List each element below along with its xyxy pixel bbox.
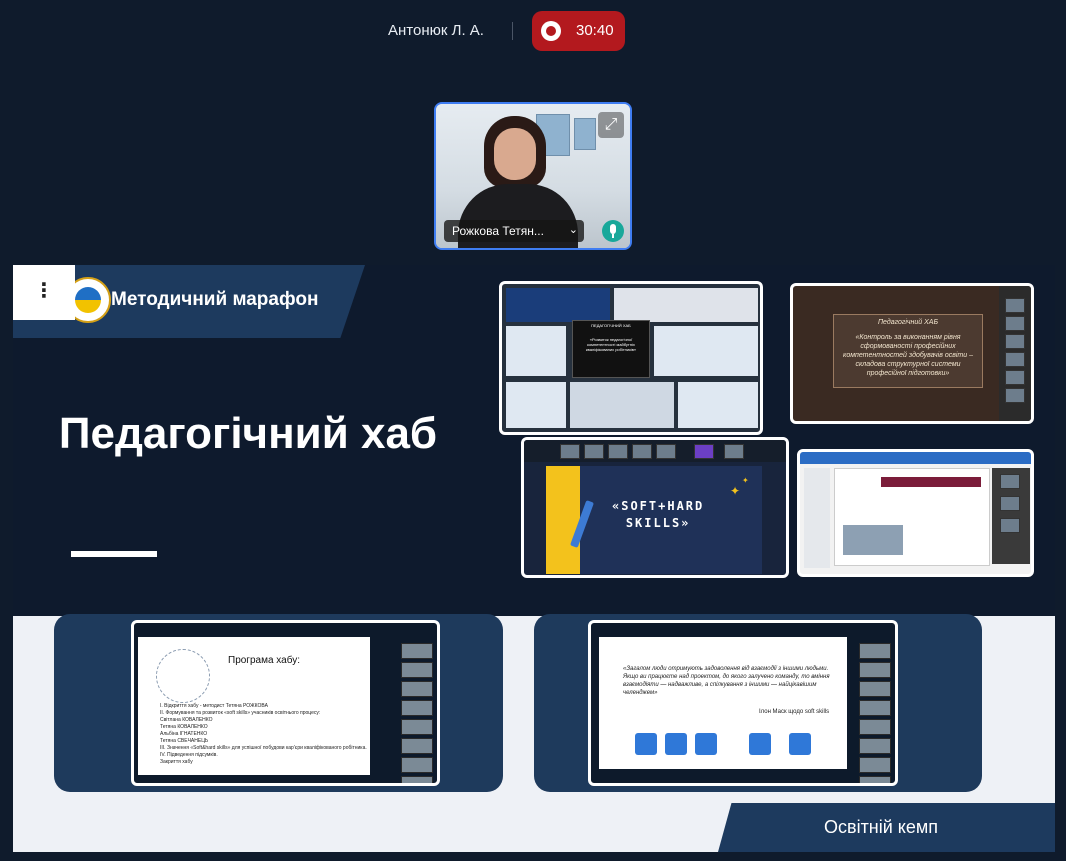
thumb-header-text: ПЕДАГОГІЧНИЙ ХАБ	[591, 323, 631, 328]
thumb-video-strip	[992, 468, 1030, 564]
brand-title: Методичний марафон	[111, 289, 319, 310]
thumb-main-slide	[834, 468, 990, 566]
program-card: Програма хабу: I. Відкриття хабу - метод…	[54, 614, 503, 792]
skills-text-line-1: «SOFT+HARD	[612, 499, 705, 513]
thumb-center-text: «Розвиток педагогічної компетентності ма…	[585, 337, 637, 352]
recording-timer: 30:40	[576, 22, 614, 39]
program-lines: I. Відкриття хабу - методист Тетяна РОЖК…	[160, 703, 367, 765]
participant-name-label[interactable]: Рожкова Тетян... ⌄	[444, 220, 584, 242]
camp-label: Освітній кемп	[824, 817, 939, 837]
thumb-slide-photo	[843, 525, 903, 555]
thumb-center-slide: ПЕДАГОГІЧНИЙ ХАБ «Розвиток педагогічної …	[572, 320, 650, 378]
thumb-board: Педагогічний ХАБ «Контроль за виконанням…	[833, 314, 983, 388]
thumb-board-text: «Контроль за виконанням рівня сформовано…	[843, 334, 973, 377]
screenshot-thumbnail-2: Педагогічний ХАБ «Контроль за виконанням…	[790, 283, 1034, 424]
screenshot-thumbnail-4	[797, 449, 1034, 577]
thumb-slide-mini	[570, 382, 674, 428]
skills-icon	[749, 733, 771, 755]
hub-title: Педагогічний хаб	[58, 409, 438, 458]
thumb-yellow-bar	[546, 466, 580, 574]
expand-icon[interactable]: ⤢	[598, 112, 624, 138]
thumb-slide-mini	[506, 382, 566, 428]
skills-icon	[665, 733, 687, 755]
meeting-top-bar: Антонюк Л. А. 30:40	[0, 0, 1066, 62]
participant-face	[494, 128, 536, 180]
skills-text-line-2: SKILLS»	[625, 516, 691, 530]
more-options-button[interactable]: ⋮	[13, 265, 75, 320]
presenter-name: Антонюк Л. А.	[388, 22, 484, 39]
quote-screenshot: «Загалом люди отримують задоволення від …	[588, 620, 898, 786]
program-document: Програма хабу: I. Відкриття хабу - метод…	[138, 637, 370, 775]
thumb-slide-mini	[654, 326, 758, 376]
microphone-icon[interactable]	[602, 220, 624, 242]
camp-banner: Освітній кемп	[718, 803, 1055, 852]
wall-poster	[574, 118, 596, 150]
skills-icon	[789, 733, 811, 755]
participant-name: Рожкова Тетян...	[452, 224, 544, 238]
program-title: Програма хабу:	[228, 655, 301, 666]
top-bar-divider	[512, 22, 513, 40]
screenshot-thumbnail-1: ПЕДАГОГІЧНИЙ ХАБ «Розвиток педагогічної …	[499, 281, 763, 435]
thumb-video-strip	[524, 440, 786, 462]
thumb-slide-mini	[506, 288, 610, 322]
skills-icon	[695, 733, 717, 755]
recording-indicator-button[interactable]: 30:40	[532, 11, 625, 51]
quote-card: «Загалом люди отримують задоволення від …	[534, 614, 982, 792]
thumb-video-strip	[999, 286, 1031, 421]
record-icon	[541, 21, 561, 41]
program-screenshot: Програма хабу: I. Відкриття хабу - метод…	[131, 620, 440, 786]
thumb-slide-mini	[614, 288, 758, 322]
thumb-slide-heading	[881, 477, 981, 487]
quote-author: Ілон Маск щодо soft skills	[759, 709, 830, 715]
thumb-slide-mini	[678, 382, 758, 428]
chevron-down-icon[interactable]: ⌄	[569, 223, 578, 236]
participant-video-tile[interactable]: ⤢ Рожкова Тетян... ⌄	[434, 102, 632, 250]
title-underline	[71, 551, 157, 557]
quote-document: «Загалом люди отримують задоволення від …	[599, 637, 847, 769]
thumb-slide-panel	[804, 468, 830, 568]
screenshot-thumbnail-3: ✦ ✦ «SOFT+HARD SKILLS»	[521, 437, 789, 578]
thumb-slide-mini	[506, 326, 566, 376]
thumb-ribbon	[800, 452, 1031, 464]
shared-slide: Методичний марафон ⋮ Педагогічний хаб ПЕ…	[13, 265, 1055, 852]
star-icon: ✦	[730, 484, 741, 498]
skills-icon	[635, 733, 657, 755]
soft-skills-diagram	[156, 649, 210, 703]
thumb-board-title: Педагогічний ХАБ	[877, 319, 939, 326]
thumb-skills-text: «SOFT+HARD SKILLS»	[612, 498, 704, 532]
quote-text: «Загалом люди отримують задоволення від …	[623, 666, 830, 696]
video-strip	[859, 643, 891, 783]
video-strip	[401, 643, 433, 783]
star-icon: ✦	[742, 476, 749, 485]
